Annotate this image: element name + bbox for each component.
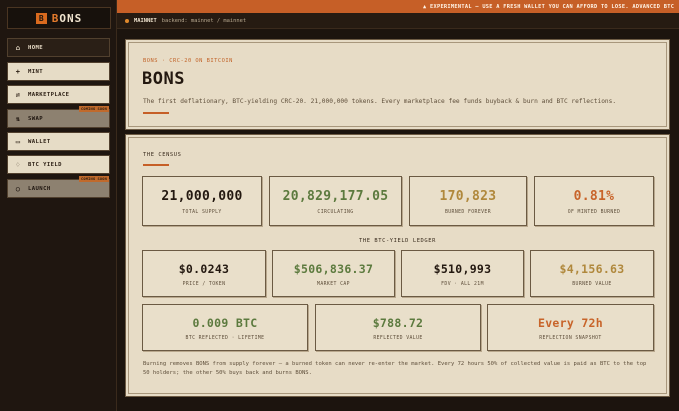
- sidebar: B BONS ⌂ HOME + MINT ⇌ MARKETPLACE ⇅ SWA…: [0, 0, 117, 411]
- reflect-label: REFLECTED VALUE: [373, 336, 423, 341]
- nav-item-marketplace[interactable]: ⇌ MARKETPLACE: [7, 85, 110, 104]
- accent-divider: [143, 112, 169, 114]
- nav-item-home[interactable]: ⌂ HOME: [7, 38, 110, 57]
- stat-card-minted-burned: 0.81% OF MINTED BURNED: [534, 176, 654, 226]
- section-title-census: THE CENSUS: [143, 152, 182, 158]
- nav-item-wallet[interactable]: ▭ WALLET: [7, 132, 110, 151]
- plus-icon: +: [15, 67, 21, 76]
- logo[interactable]: B BONS: [7, 7, 111, 29]
- stat-value: 20,829,177.05: [282, 189, 389, 204]
- nav-item-label: MARKETPLACE: [28, 91, 70, 98]
- nav-item-swap[interactable]: ⇅ SWAP COMING SOON: [7, 106, 110, 128]
- hero-description: The first deflationary, BTC-yielding CRC…: [143, 98, 617, 105]
- ledger-value: $0.0243: [178, 262, 230, 276]
- home-icon: ⌂: [15, 43, 21, 52]
- wallet-icon: ▭: [15, 137, 21, 146]
- ledger-label: BURNED VALUE: [572, 282, 612, 287]
- reflect-card-btc-lifetime: 0.009 BTC BTC REFLECTED · LIFETIME: [142, 304, 308, 351]
- stat-label: CIRCULATING: [317, 210, 354, 215]
- ledger-card-market-cap: $506,836.37 MARKET CAP: [272, 250, 395, 297]
- census-footnote: Burning removes BONS from supply forever…: [143, 361, 647, 376]
- reflect-label: REFLECTION SNAPSHOT: [539, 336, 602, 341]
- stat-card-burned-forever: 170,823 BURNED FOREVER: [409, 176, 527, 226]
- accent-divider: [143, 164, 169, 166]
- network-status-icon: [125, 18, 129, 23]
- stat-label: BURNED FOREVER: [444, 210, 492, 215]
- coming-soon-badge: COMING SOON: [79, 106, 109, 112]
- reflect-label: BTC REFLECTED · LIFETIME: [185, 336, 265, 341]
- logo-text: BONS: [51, 11, 83, 25]
- hero-eyebrow: BONS · CRC-20 ON BITCOIN: [143, 58, 233, 64]
- ledger-card-burned-value: $4,156.63 BURNED VALUE: [530, 250, 654, 297]
- reflect-card-value: $788.72 REFLECTED VALUE: [315, 304, 481, 351]
- ledger-label: PRICE / TOKEN: [182, 282, 226, 287]
- experimental-banner: ▲ EXPERIMENTAL — USE A FRESH WALLET YOU …: [117, 0, 679, 13]
- nav-item-label: MINT: [28, 68, 44, 75]
- swap-icon: ⇅: [15, 114, 21, 123]
- ledger-card-fdv: $510,993 FDV · ALL 21M: [401, 250, 524, 297]
- stat-card-circulating: 20,829,177.05 CIRCULATING: [269, 176, 402, 226]
- ledger-label: MARKET CAP: [317, 282, 350, 287]
- nav-item-label: BTC YIELD: [28, 161, 62, 168]
- nav-item-label: HOME: [28, 44, 44, 51]
- reflect-value: $788.72: [372, 316, 424, 330]
- backend-info: backend: mainnet / mainnet: [161, 17, 247, 24]
- nav-item-launch[interactable]: ○ LAUNCH COMING SOON: [7, 176, 110, 198]
- network-name[interactable]: MAINNET: [134, 18, 157, 24]
- stat-label: OF MINTED BURNED: [567, 210, 621, 215]
- nav-item-btc-yield[interactable]: ♢ BTC YIELD: [7, 155, 110, 174]
- page-title: BONS: [142, 69, 185, 89]
- stat-value: 170,823: [439, 189, 497, 204]
- hero-panel: BONS · CRC-20 ON BITCOIN BONS The first …: [128, 42, 667, 127]
- ledger-card-price: $0.0243 PRICE / TOKEN: [142, 250, 266, 297]
- stat-value: 0.81%: [573, 189, 615, 204]
- reflect-value: 0.009 BTC: [192, 316, 258, 330]
- rocket-icon: ○: [15, 184, 21, 193]
- ledger-value: $510,993: [433, 262, 492, 276]
- coming-soon-badge: COMING SOON: [79, 176, 109, 182]
- nav-item-label: WALLET: [28, 138, 51, 145]
- nav-item-mint[interactable]: + MINT: [7, 62, 110, 81]
- ledger-label: FDV · ALL 21M: [441, 282, 484, 287]
- census-panel: THE CENSUS 21,000,000 TOTAL SUPPLY 20,82…: [128, 137, 667, 394]
- reflect-card-snapshot: Every 72h REFLECTION SNAPSHOT: [487, 304, 654, 351]
- nav-item-label: SWAP: [28, 115, 44, 122]
- stat-label: TOTAL SUPPLY: [182, 210, 222, 215]
- sliders-icon: ⇌: [15, 90, 21, 99]
- reflect-value: Every 72h: [537, 316, 603, 330]
- flame-icon: ♢: [15, 160, 21, 169]
- logo-mark-icon: B: [35, 12, 47, 24]
- stat-value: 21,000,000: [161, 189, 243, 204]
- stat-card-total-supply: 21,000,000 TOTAL SUPPLY: [142, 176, 262, 226]
- nav-item-label: LAUNCH: [28, 185, 51, 192]
- network-bar: MAINNET backend: mainnet / mainnet: [117, 13, 679, 29]
- section-title-ledger: THE BTC-YIELD LEDGER: [359, 238, 436, 244]
- ledger-value: $506,836.37: [293, 262, 374, 276]
- ledger-value: $4,156.63: [559, 262, 625, 276]
